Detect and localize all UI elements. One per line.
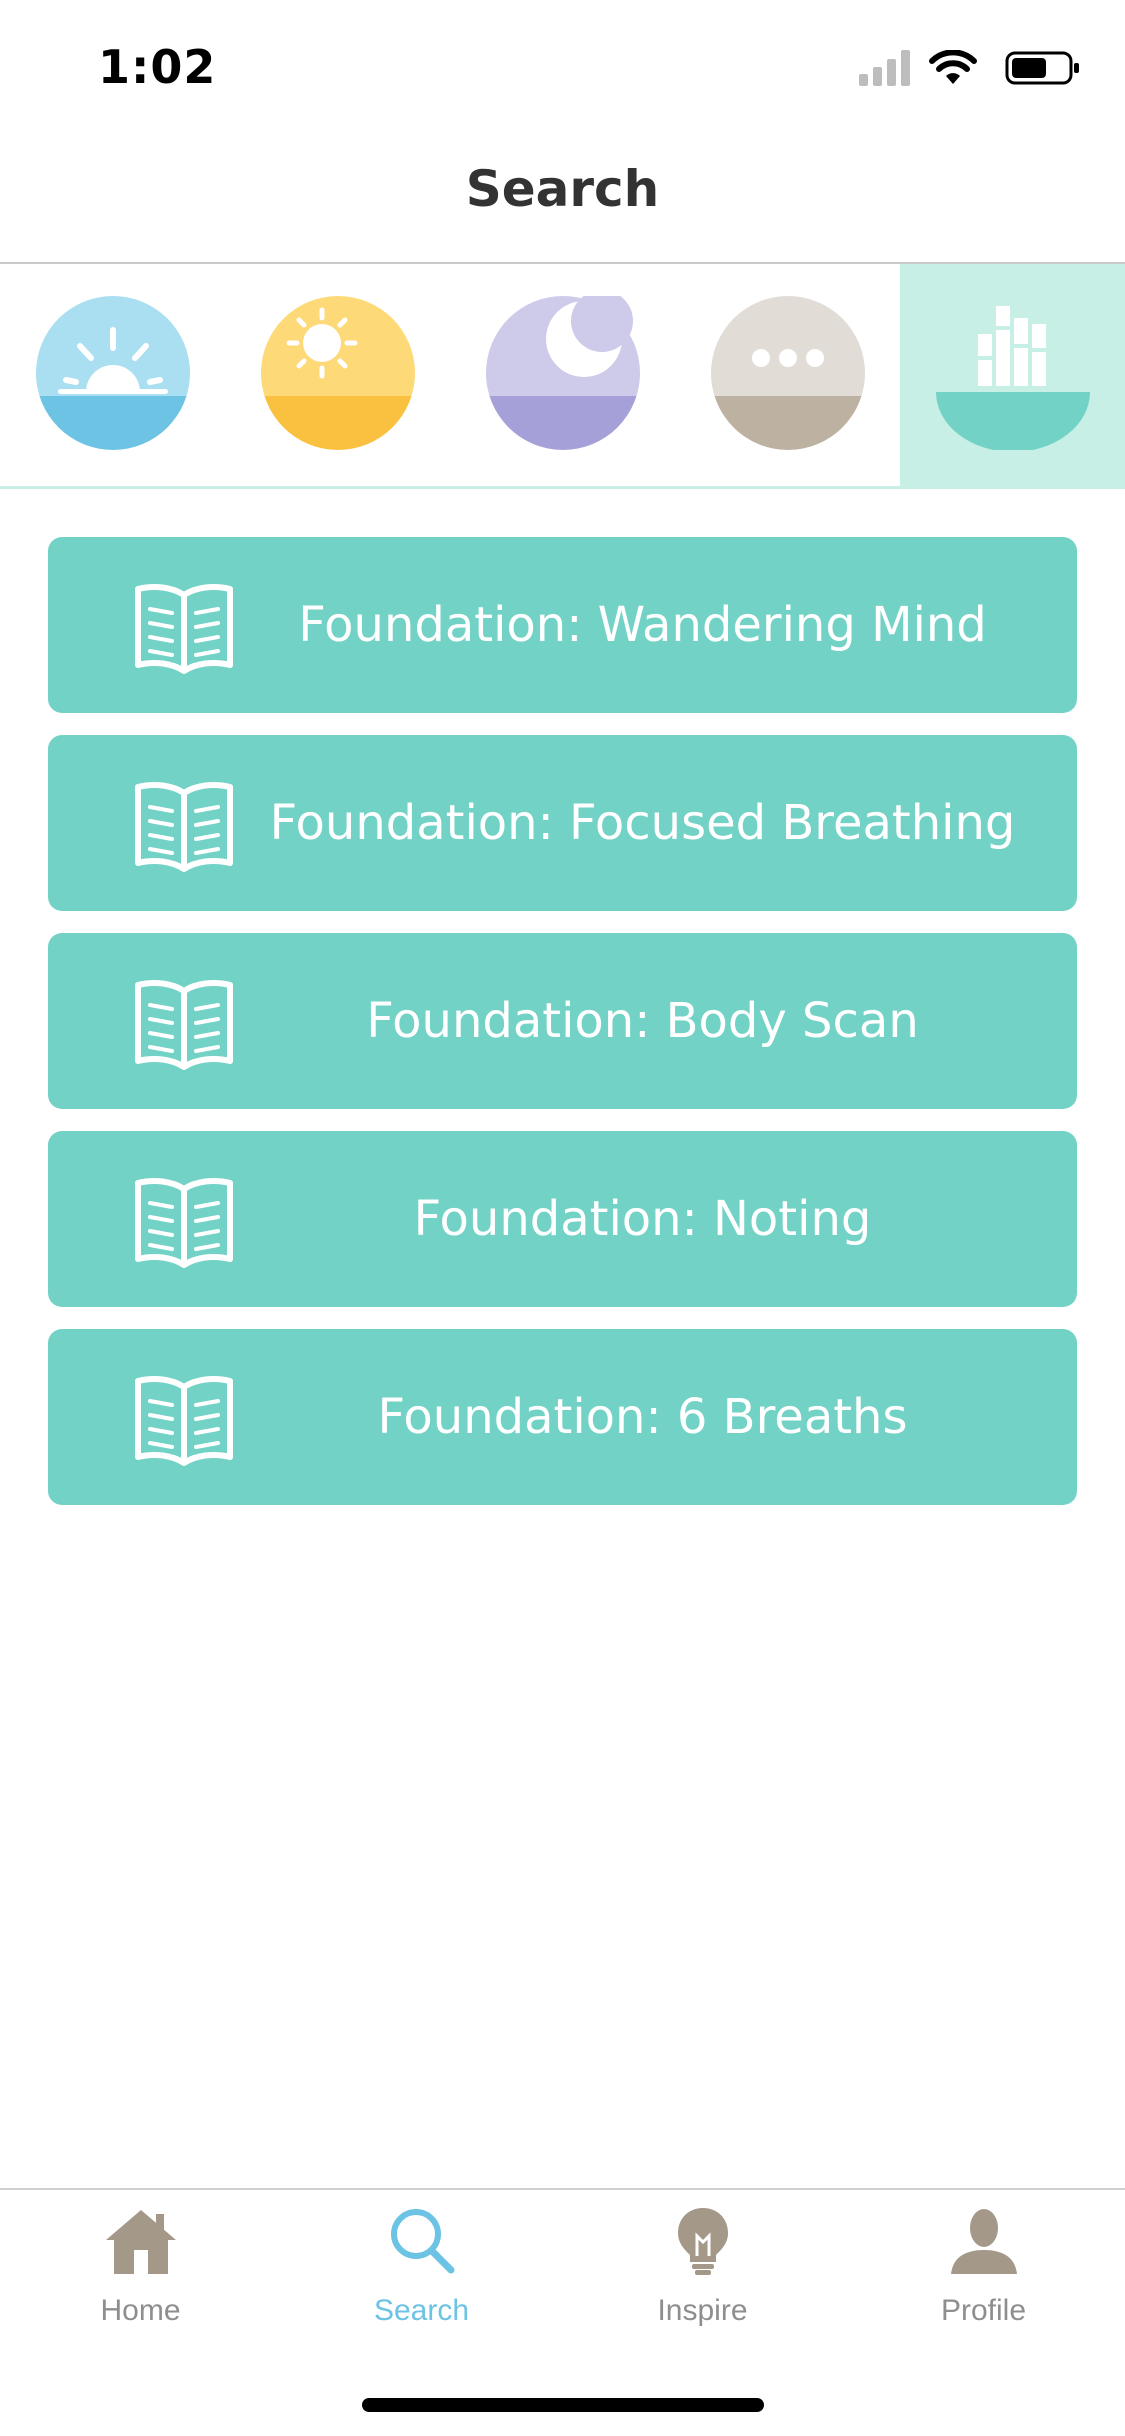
list-item-label: Foundation: 6 Breaths xyxy=(377,1389,908,1445)
category-more[interactable] xyxy=(675,264,900,486)
open-book-icon xyxy=(135,584,233,674)
list-item[interactable]: Foundation: Body Scan xyxy=(48,933,1077,1109)
category-divider xyxy=(0,486,1125,489)
list-item[interactable]: Foundation: Wandering Mind xyxy=(48,537,1077,713)
category-morning[interactable] xyxy=(0,264,225,486)
category-night[interactable] xyxy=(450,264,675,486)
home-icon xyxy=(105,2210,176,2274)
list-item-label: Foundation: Wandering Mind xyxy=(298,597,987,653)
list-item[interactable]: Foundation: Focused Breathing xyxy=(48,735,1077,911)
lightbulb-icon xyxy=(677,2208,728,2275)
tab-label: Profile xyxy=(940,2294,1027,2327)
tab-inspire[interactable]: Inspire xyxy=(562,2206,843,2356)
status-bar: 1:02 xyxy=(0,0,1125,132)
tab-label: Inspire xyxy=(657,2294,748,2327)
status-time: 1:02 xyxy=(98,40,217,94)
list-item[interactable]: Foundation: 6 Breaths xyxy=(48,1329,1077,1505)
tab-home[interactable]: Home xyxy=(0,2206,281,2356)
sun-icon xyxy=(261,296,415,450)
page-title: Search xyxy=(465,160,660,218)
open-book-icon xyxy=(135,1178,233,1268)
list-item-label: Foundation: Body Scan xyxy=(366,993,919,1049)
category-library[interactable] xyxy=(900,264,1125,486)
library-icon xyxy=(936,306,1090,450)
category-day[interactable] xyxy=(225,264,450,486)
open-book-icon xyxy=(135,980,233,1070)
wifi-icon xyxy=(929,50,977,84)
tab-profile[interactable]: Profile xyxy=(843,2206,1124,2356)
tab-label: Home xyxy=(100,2294,181,2327)
open-book-icon xyxy=(135,782,233,872)
list-item-label: Foundation: Noting xyxy=(413,1191,872,1247)
list-item-label: Foundation: Focused Breathing xyxy=(269,795,1016,851)
tab-search[interactable]: Search xyxy=(281,2206,562,2356)
search-icon xyxy=(390,2209,454,2274)
profile-icon xyxy=(950,2209,1017,2274)
foundation-list: Foundation: Wandering Mind Foundation: F… xyxy=(48,537,1077,1527)
category-selector xyxy=(0,264,1125,486)
moon-icon xyxy=(486,296,640,450)
home-indicator[interactable] xyxy=(362,2398,764,2412)
search-screen: 1:02 Search Foundation: Wandering Mind F… xyxy=(0,0,1125,2436)
battery-icon xyxy=(1005,51,1079,85)
cellular-signal-icon xyxy=(859,50,910,86)
tab-bar-divider xyxy=(0,2188,1125,2190)
open-book-icon xyxy=(135,1376,233,1466)
list-item[interactable]: Foundation: Noting xyxy=(48,1131,1077,1307)
sunrise-icon xyxy=(36,296,190,450)
tab-label: Search xyxy=(373,2294,470,2327)
more-dots-icon xyxy=(711,296,865,450)
